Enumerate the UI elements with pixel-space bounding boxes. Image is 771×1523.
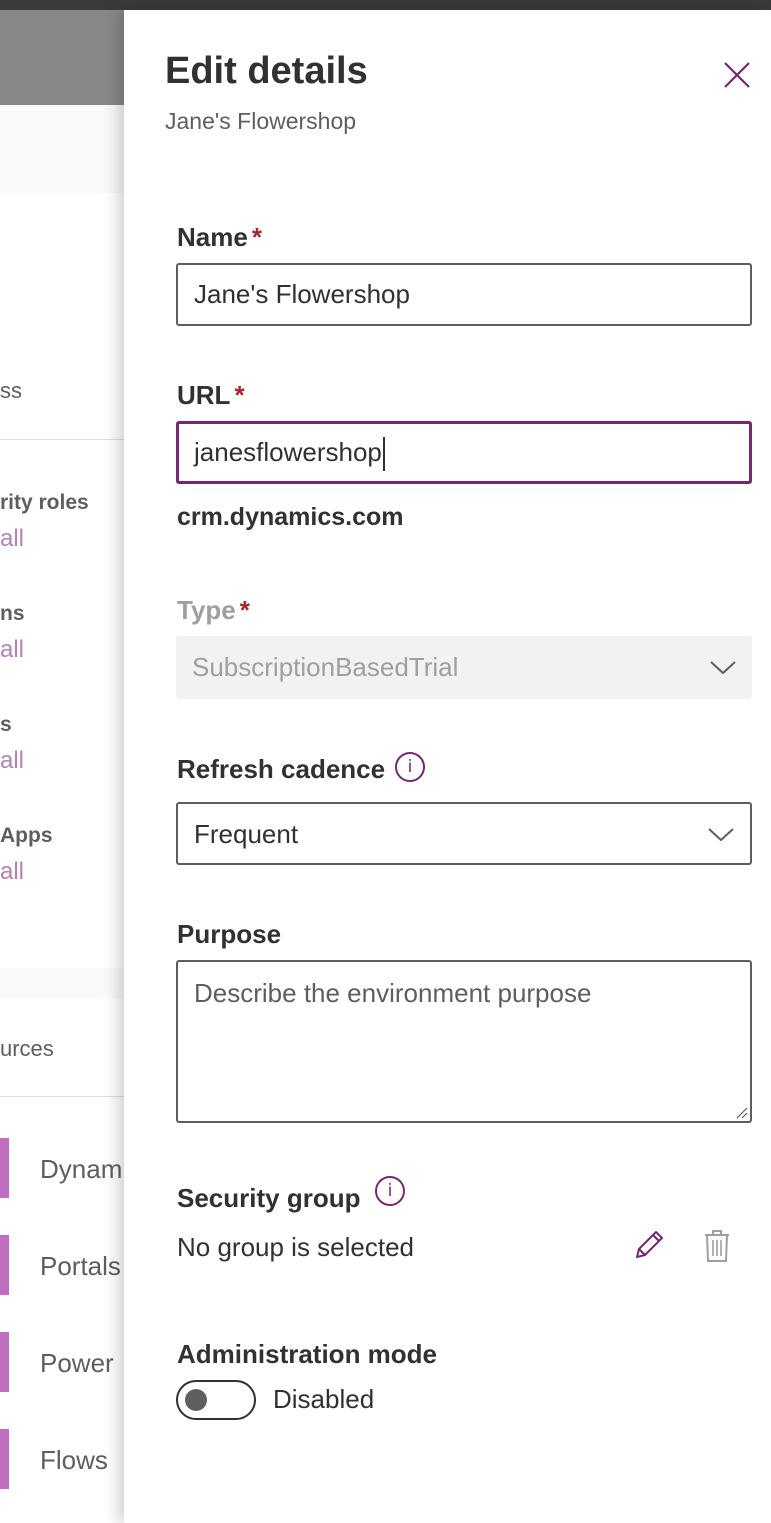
divider [0, 1096, 124, 1097]
name-label-text: Name [177, 222, 248, 252]
admin-mode-state: Disabled [273, 1384, 375, 1414]
url-domain-suffix: crm.dynamics.com [177, 503, 404, 531]
resources-card: urces Dynam Portals Power Flows [0, 998, 124, 1523]
setting-title: ns [0, 602, 25, 625]
chevron-down-icon [708, 828, 734, 842]
type-label: Type * [177, 595, 250, 626]
resize-grip-icon[interactable] [734, 1105, 748, 1119]
type-dropdown: SubscriptionBasedTrial [176, 636, 752, 699]
see-all-link[interactable]: all [0, 636, 24, 664]
required-mark: * [239, 595, 250, 625]
background-card [0, 193, 124, 343]
resource-accent-bar [0, 1235, 9, 1295]
type-dropdown-value: SubscriptionBasedTrial [192, 652, 459, 682]
url-label: URL * [177, 380, 245, 411]
security-group-value: No group is selected [177, 1232, 415, 1262]
setting-title: rity roles [0, 491, 89, 514]
resource-link[interactable]: Portals [40, 1251, 121, 1282]
divider [0, 439, 124, 440]
refresh-cadence-dropdown[interactable]: Frequent [176, 802, 752, 865]
refresh-cadence-value: Frequent [194, 819, 299, 849]
setting-title: s [0, 713, 12, 736]
required-mark: * [234, 380, 245, 410]
resource-accent-bar [0, 1138, 9, 1198]
resources-card-heading: urces [0, 1036, 54, 1061]
edit-details-panel: Edit details Jane's Flowershop Name * Jan… [124, 10, 771, 1523]
name-label: Name * [177, 222, 262, 253]
panel-subtitle: Jane's Flowershop [165, 108, 357, 134]
purpose-label: Purpose [177, 919, 282, 949]
toggle-knob [185, 1389, 207, 1411]
resource-link[interactable]: Flows [40, 1445, 108, 1476]
setting-title: Apps [0, 824, 53, 847]
url-label-text: URL [177, 380, 231, 410]
trash-icon[interactable] [702, 1228, 732, 1264]
type-label-text: Type [177, 595, 236, 625]
background-header [0, 10, 124, 105]
url-input-value: janesflowershop [194, 437, 382, 467]
name-input[interactable]: Jane's Flowershop [176, 263, 752, 326]
required-mark: * [251, 222, 262, 252]
pencil-icon[interactable] [632, 1228, 666, 1262]
info-icon[interactable]: i [375, 1176, 405, 1206]
settings-card: ss rity roles all ns all s all Apps all [0, 343, 124, 968]
url-input[interactable]: janesflowershop [176, 421, 752, 484]
see-all-link[interactable]: all [0, 747, 24, 775]
resource-accent-bar [0, 1429, 9, 1489]
see-all-link[interactable]: all [0, 525, 24, 553]
purpose-placeholder: Describe the environment purpose [194, 978, 592, 1008]
admin-mode-label: Administration mode [177, 1339, 438, 1369]
resource-accent-bar [0, 1332, 9, 1392]
admin-mode-toggle[interactable] [176, 1380, 256, 1420]
security-group-label: Security group [177, 1183, 361, 1213]
resource-link[interactable]: Dynam [40, 1154, 122, 1185]
refresh-cadence-label: Refresh cadence [177, 754, 386, 784]
info-icon[interactable]: i [395, 752, 425, 782]
settings-card-heading: ss [0, 378, 22, 403]
see-all-link[interactable]: all [0, 858, 24, 886]
resource-link[interactable]: Power [40, 1348, 114, 1379]
text-caret [382, 437, 385, 472]
purpose-textarea[interactable]: Describe the environment purpose [176, 960, 752, 1123]
background-page: ss rity roles all ns all s all Apps all … [0, 0, 124, 1523]
name-input-value: Jane's Flowershop [194, 279, 410, 309]
panel-title: Edit details [165, 50, 368, 92]
close-icon[interactable] [722, 60, 752, 90]
chevron-down-icon [710, 661, 736, 675]
